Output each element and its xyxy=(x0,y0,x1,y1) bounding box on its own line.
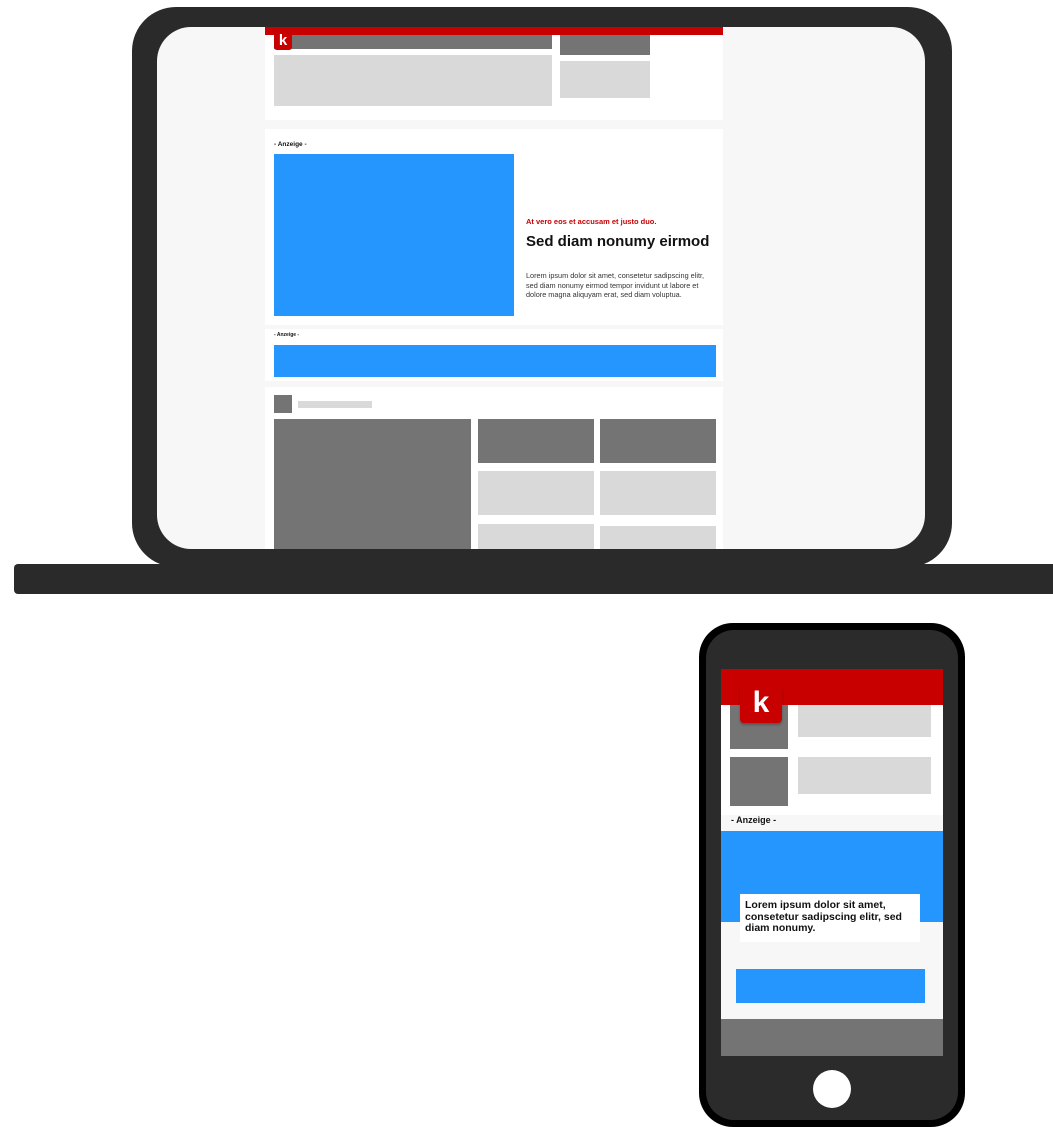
laptop-base xyxy=(14,564,1053,594)
side-block-dark-placeholder xyxy=(560,35,650,55)
laptop-screen: k - Anzeige - At vero eos et accusam et … xyxy=(157,27,925,549)
banner-ad-label: - Anzeige - xyxy=(274,332,300,338)
teaser-kicker[interactable]: At vero eos et accusam et justo duo. xyxy=(526,217,656,226)
ad-label: - Anzeige - xyxy=(274,141,307,148)
header-hero-placeholder xyxy=(274,55,552,106)
grid-item-6-placeholder[interactable] xyxy=(600,526,716,549)
teaser-title[interactable]: Sed diam nonumy eirmod xyxy=(526,234,711,249)
logo-icon[interactable]: k xyxy=(740,685,782,723)
top-red-bar xyxy=(265,27,723,35)
section-icon-placeholder xyxy=(274,395,292,413)
phone-article-2-text[interactable] xyxy=(798,757,931,794)
laptop-website-mockup: k - Anzeige - At vero eos et accusam et … xyxy=(265,27,723,549)
header-bar-placeholder xyxy=(274,35,552,49)
phone-article-1-text[interactable] xyxy=(798,705,931,737)
phone-article-2-thumb[interactable] xyxy=(730,757,788,806)
logo-icon[interactable]: k xyxy=(274,32,292,50)
phone-screen: k - Anzeige - Lorem ipsum dolor sit amet… xyxy=(721,669,943,1056)
banner-ad-placeholder[interactable] xyxy=(274,345,716,377)
section-title-placeholder xyxy=(298,401,372,408)
phone-bottom-placeholder xyxy=(721,1019,943,1056)
ad-image-placeholder[interactable] xyxy=(274,154,514,316)
grid-item-4-placeholder[interactable] xyxy=(600,471,716,515)
side-block-light-placeholder xyxy=(560,61,650,98)
grid-main-image-placeholder[interactable] xyxy=(274,419,471,549)
grid-item-2-image[interactable] xyxy=(600,419,716,463)
grid-item-5-placeholder[interactable] xyxy=(478,524,594,549)
grid-item-3-placeholder[interactable] xyxy=(478,471,594,515)
grid-item-1-image[interactable] xyxy=(478,419,594,463)
phone-ad-label: - Anzeige - xyxy=(731,815,777,825)
phone-banner-ad[interactable] xyxy=(736,969,925,1003)
teaser-body: Lorem ipsum dolor sit amet, consetetur s… xyxy=(526,271,705,299)
phone-ad-card-text: Lorem ipsum dolor sit amet, consetetur s… xyxy=(745,899,902,934)
phone-home-button[interactable] xyxy=(813,1070,851,1108)
